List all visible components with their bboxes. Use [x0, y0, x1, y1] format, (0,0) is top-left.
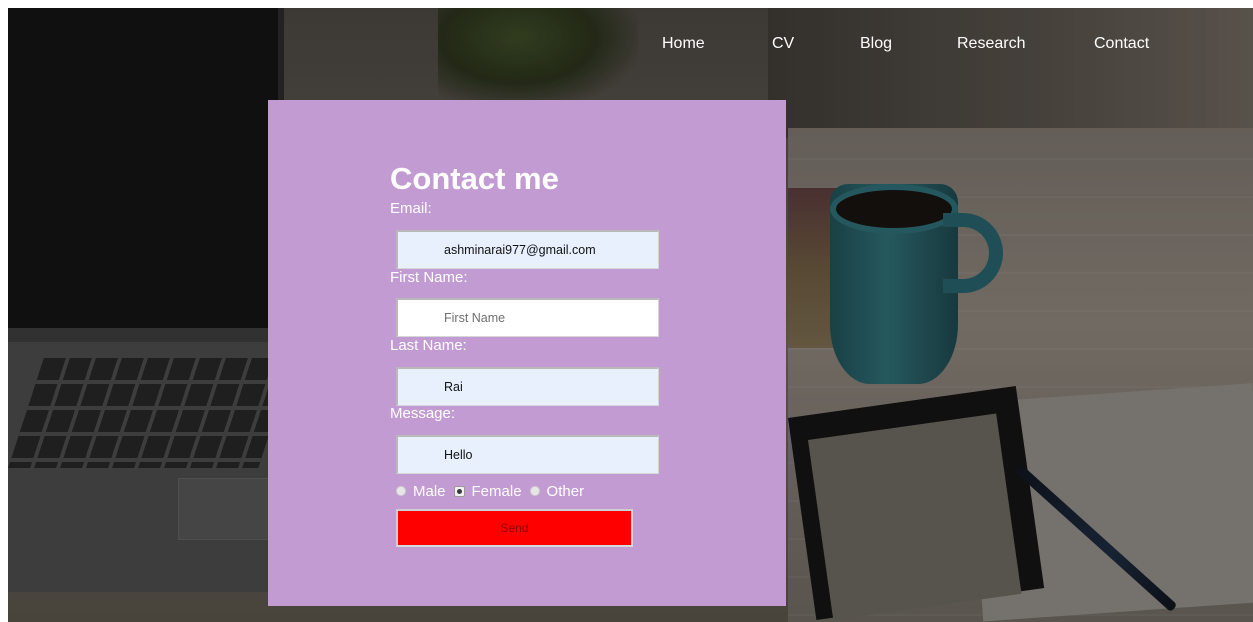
- email-input[interactable]: [396, 230, 659, 269]
- form-title: Contact me: [390, 161, 559, 196]
- gender-radio-male[interactable]: [396, 486, 406, 496]
- last-name-input[interactable]: [396, 367, 659, 406]
- nav-link-home[interactable]: Home: [662, 34, 705, 54]
- message-label: Message:: [390, 405, 456, 422]
- gender-radio-other[interactable]: [529, 486, 540, 496]
- gender-label-female: Female: [471, 482, 522, 500]
- last-name-label: Last Name:: [390, 337, 467, 354]
- gender-radio-female[interactable]: [453, 485, 465, 497]
- email-label: Email:: [390, 200, 432, 217]
- send-button[interactable]: Send: [396, 509, 633, 547]
- first-name-input[interactable]: [396, 298, 659, 337]
- gender-radio-group: Male Female Other: [396, 481, 592, 501]
- nav-link-contact[interactable]: Contact: [1094, 34, 1149, 54]
- nav-link-blog[interactable]: Blog: [860, 34, 892, 54]
- top-nav: Home CV Blog Research Contact: [8, 34, 1253, 58]
- first-name-label: First Name:: [390, 269, 468, 286]
- gender-label-male: Male: [413, 482, 446, 500]
- nav-link-research[interactable]: Research: [957, 34, 1025, 54]
- page-viewport: Home CV Blog Research Contact Contact me…: [8, 8, 1253, 622]
- gender-label-other: Other: [546, 482, 585, 500]
- nav-link-cv[interactable]: CV: [772, 34, 794, 54]
- contact-form-card: Contact me Email: First Name: Last Name:…: [268, 100, 786, 606]
- message-input[interactable]: [396, 435, 659, 474]
